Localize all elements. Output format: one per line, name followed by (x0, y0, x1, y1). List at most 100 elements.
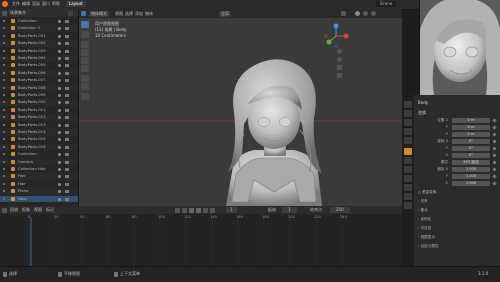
outliner-row[interactable]: BodyParts.006 (0, 69, 78, 77)
render-camera-icon[interactable] (65, 123, 69, 127)
move-tool-icon[interactable] (81, 41, 89, 48)
eye-icon[interactable] (58, 168, 61, 171)
keyframe-dot-icon[interactable] (492, 181, 497, 186)
render-camera-icon[interactable] (65, 71, 69, 75)
eye-icon[interactable] (58, 64, 61, 68)
shading-solid-icon[interactable] (355, 11, 360, 16)
blender-logo-icon[interactable] (2, 1, 8, 7)
expand-arrow-icon[interactable] (3, 20, 5, 22)
eye-icon[interactable] (58, 94, 61, 97)
outliner-editor-icon[interactable] (2, 10, 7, 16)
transform-field-value[interactable]: 1.000 (452, 174, 490, 179)
render-camera-icon[interactable] (65, 168, 69, 171)
eye-icon[interactable] (58, 131, 61, 134)
expand-arrow-icon[interactable] (3, 175, 5, 178)
expand-arrow-icon[interactable] (3, 64, 5, 67)
render-camera-icon[interactable] (65, 182, 69, 186)
navigation-gizmo[interactable] (322, 22, 350, 50)
expand-arrow-icon[interactable] (3, 49, 5, 52)
eye-icon[interactable] (58, 86, 61, 90)
menu-keying[interactable]: 抠像 (22, 207, 30, 213)
menu-view[interactable]: 视图 (115, 11, 123, 17)
expand-arrow-icon[interactable] (3, 108, 5, 111)
property-section-header[interactable]: › 视图显示 (418, 235, 435, 240)
render-camera-icon[interactable] (65, 116, 69, 120)
eye-icon[interactable] (58, 123, 61, 127)
expand-arrow-icon[interactable] (3, 145, 5, 148)
transform-section-header[interactable]: 变换 (418, 110, 426, 116)
outliner-row[interactable]: Collection (0, 151, 78, 158)
expand-arrow-icon[interactable] (3, 57, 5, 59)
expand-arrow-icon[interactable] (3, 168, 5, 170)
render-camera-icon[interactable] (65, 138, 69, 142)
eye-icon[interactable] (58, 42, 61, 46)
workspace-tab-layout[interactable]: Layout (66, 1, 86, 7)
outliner-row[interactable]: Plane (0, 188, 78, 195)
expand-arrow-icon[interactable] (3, 116, 5, 119)
expand-arrow-icon[interactable] (3, 34, 5, 37)
outliner-row[interactable]: BodyParts.015 (0, 136, 78, 143)
pan-hand-icon[interactable] (337, 57, 342, 62)
prev-keyframe-icon[interactable] (182, 207, 187, 213)
outliner-row[interactable]: BodyParts.002 (0, 40, 78, 47)
next-keyframe-icon[interactable] (203, 207, 208, 213)
expand-arrow-icon[interactable] (3, 42, 5, 45)
eye-icon[interactable] (58, 79, 61, 83)
eye-icon[interactable] (58, 108, 61, 112)
transform-field-value[interactable]: XYZ 欧拉 (452, 160, 490, 165)
outliner-row[interactable]: BodyParts.008 (0, 84, 78, 92)
property-section-header[interactable]: › 关系 (418, 199, 428, 204)
annotate-tool-icon[interactable] (81, 75, 89, 82)
perspective-toggle-icon[interactable] (337, 73, 342, 78)
transform-field-value[interactable]: 0° (452, 153, 490, 158)
expand-arrow-icon[interactable] (3, 131, 5, 133)
outliner-row[interactable]: Collection 2 (0, 25, 78, 32)
outliner-row[interactable]: Hair (0, 173, 78, 180)
render-camera-icon[interactable] (65, 94, 69, 97)
eye-icon[interactable] (58, 71, 61, 75)
outliner-row[interactable]: Collection Hair (0, 166, 78, 173)
render-camera-icon[interactable] (65, 20, 69, 23)
keyframe-dot-icon[interactable] (492, 139, 497, 144)
keyframe-dot-icon[interactable] (492, 118, 497, 123)
eye-icon[interactable] (58, 145, 61, 149)
transform-field-value[interactable]: 1.000 (452, 181, 490, 186)
expand-arrow-icon[interactable] (3, 79, 5, 82)
filter-icon[interactable] (68, 10, 73, 16)
scene-selector[interactable]: Scene (376, 1, 397, 7)
render-camera-icon[interactable] (65, 175, 69, 179)
outliner-row[interactable]: BodyParts.009 (0, 92, 78, 99)
play-reverse-icon[interactable] (189, 207, 194, 213)
expand-arrow-icon[interactable] (3, 94, 5, 96)
property-section-header[interactable]: › 可见性 (418, 226, 431, 231)
keyframe-dot-icon[interactable] (492, 167, 497, 172)
transform-field-value[interactable]: 0 m (452, 125, 490, 130)
transform-field-value[interactable]: 0° (452, 139, 490, 144)
shading-material-icon[interactable] (363, 11, 368, 16)
eye-icon[interactable] (58, 57, 61, 60)
shading-rendered-icon[interactable] (371, 11, 376, 16)
outliner-row[interactable]: BodyParts.003 (0, 48, 78, 55)
frame-ruler[interactable]: 0 20 40 60 80 100 120 140 160 180 200 220 240 (0, 214, 402, 220)
transform-field-value[interactable]: 0° (452, 146, 490, 151)
keyframe-dot-icon[interactable] (492, 153, 497, 158)
expand-arrow-icon[interactable] (3, 197, 5, 200)
eye-icon[interactable] (58, 190, 61, 194)
expand-arrow-icon[interactable] (3, 27, 5, 30)
render-camera-icon[interactable] (65, 160, 69, 164)
menu-file[interactable]: 文件 (12, 1, 20, 7)
3d-viewport[interactable]: 物体模式 视图 选择 添加 物体 全局 用户透视视图 (11) 场景 | Bod… (79, 9, 402, 206)
expand-arrow-icon[interactable] (3, 182, 5, 185)
transform-orientation-selector[interactable]: 全局 (219, 10, 231, 17)
current-frame-field[interactable]: 1 (226, 207, 237, 213)
render-camera-icon[interactable] (65, 27, 69, 31)
expand-arrow-icon[interactable] (3, 190, 5, 193)
expand-arrow-icon[interactable] (3, 153, 5, 156)
menu-render[interactable]: 渲染 (32, 1, 40, 7)
play-icon[interactable] (196, 207, 201, 213)
menu-select[interactable]: 选择 (125, 11, 133, 17)
render-camera-icon[interactable] (65, 101, 69, 105)
eye-icon[interactable] (58, 27, 61, 31)
render-camera-icon[interactable] (65, 34, 69, 38)
eye-icon[interactable] (58, 49, 61, 53)
